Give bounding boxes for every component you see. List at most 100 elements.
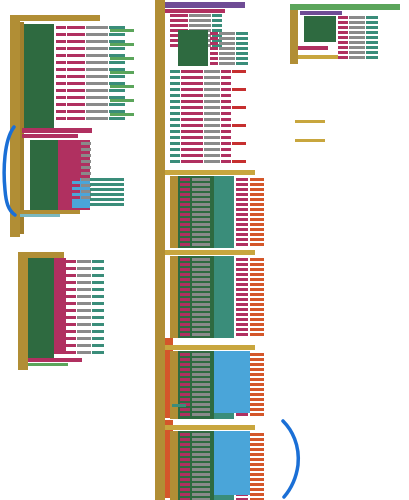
value-block[interactable] — [110, 113, 134, 116]
setter-block[interactable] — [221, 112, 231, 115]
parameter-block[interactable] — [192, 208, 210, 211]
setter-block[interactable] — [109, 75, 125, 78]
parameter-block[interactable] — [192, 458, 210, 461]
setter-block[interactable] — [180, 468, 190, 471]
value-block[interactable] — [250, 223, 264, 226]
value-block[interactable] — [236, 228, 248, 231]
call-block[interactable] — [28, 358, 82, 362]
setter-block[interactable] — [180, 303, 190, 306]
value-block[interactable] — [250, 303, 264, 306]
setter-block[interactable] — [181, 106, 203, 109]
setter-block[interactable] — [221, 76, 231, 79]
value-block[interactable] — [236, 308, 248, 311]
setter-block[interactable] — [180, 358, 190, 361]
value-block[interactable] — [236, 203, 248, 206]
setter-block[interactable] — [170, 94, 180, 97]
setter-block[interactable] — [72, 190, 80, 193]
setter-block[interactable] — [180, 283, 190, 286]
parameter-block[interactable] — [192, 213, 210, 216]
parameter-block[interactable] — [192, 193, 210, 196]
setter-block[interactable] — [77, 323, 91, 326]
value-block[interactable] — [250, 313, 264, 316]
setter-block[interactable] — [66, 351, 76, 354]
parameter-block[interactable] — [192, 218, 210, 221]
value-block[interactable] — [110, 57, 134, 60]
setter-block[interactable] — [77, 344, 91, 347]
setter-block[interactable] — [66, 309, 76, 312]
setter-block[interactable] — [349, 51, 365, 54]
setter-block[interactable] — [67, 61, 85, 64]
value-block[interactable] — [236, 268, 248, 271]
value-block[interactable] — [250, 393, 264, 396]
value-block[interactable] — [250, 358, 264, 361]
setter-block[interactable] — [77, 260, 91, 263]
parameter-block[interactable] — [192, 493, 210, 496]
parameter-block[interactable] — [192, 198, 210, 201]
setter-block[interactable] — [170, 106, 180, 109]
value-block[interactable] — [250, 413, 264, 416]
setter-block[interactable] — [170, 88, 180, 91]
setter-block[interactable] — [66, 330, 76, 333]
setter-block[interactable] — [170, 112, 180, 115]
value-block[interactable] — [236, 223, 248, 226]
value-block[interactable] — [250, 283, 264, 286]
setter-block[interactable] — [221, 100, 231, 103]
setter-block[interactable] — [92, 344, 104, 347]
value-block[interactable] — [236, 233, 248, 236]
setter-block[interactable] — [109, 33, 125, 36]
setter-block[interactable] — [56, 54, 66, 57]
control-block[interactable] — [170, 176, 178, 248]
setter-block[interactable] — [86, 61, 108, 64]
setter-block[interactable] — [366, 16, 378, 19]
setter-block[interactable] — [349, 31, 365, 34]
setter-block[interactable] — [170, 19, 188, 22]
setter-block[interactable] — [366, 51, 378, 54]
setter-block[interactable] — [210, 62, 218, 65]
setter-block[interactable] — [67, 75, 85, 78]
parameter-block[interactable] — [192, 233, 210, 236]
value-block[interactable] — [250, 483, 264, 486]
parameter-block[interactable] — [192, 243, 210, 246]
setter-block[interactable] — [67, 47, 85, 50]
value-block[interactable] — [232, 70, 246, 73]
setter-block[interactable] — [180, 323, 190, 326]
setter-block[interactable] — [180, 263, 190, 266]
setter-block[interactable] — [66, 260, 76, 263]
setter-block[interactable] — [86, 75, 108, 78]
setter-block[interactable] — [77, 288, 91, 291]
setter-block[interactable] — [67, 26, 85, 29]
setter-block[interactable] — [170, 14, 188, 17]
value-block[interactable] — [236, 278, 248, 281]
setter-block[interactable] — [338, 21, 348, 24]
value-block[interactable] — [250, 433, 264, 436]
setter-block[interactable] — [67, 40, 85, 43]
value-block[interactable] — [250, 208, 264, 211]
setter-block[interactable] — [204, 154, 220, 157]
value-block[interactable] — [250, 383, 264, 386]
setter-block[interactable] — [86, 89, 108, 92]
setter-block[interactable] — [338, 31, 348, 34]
setter-block[interactable] — [219, 62, 235, 65]
setter-block[interactable] — [67, 117, 85, 120]
value-block[interactable] — [236, 193, 248, 196]
event-handler-header[interactable] — [165, 345, 255, 350]
setter-block[interactable] — [180, 393, 190, 396]
setter-block[interactable] — [338, 46, 348, 49]
setter-block[interactable] — [236, 47, 248, 50]
setter-block[interactable] — [180, 448, 190, 451]
setter-block[interactable] — [77, 281, 91, 284]
call-block[interactable] — [22, 134, 78, 138]
setter-block[interactable] — [180, 308, 190, 311]
setter-block[interactable] — [338, 36, 348, 39]
parameter-block[interactable] — [192, 378, 210, 381]
setter-block[interactable] — [56, 33, 66, 36]
setter-block[interactable] — [56, 61, 66, 64]
setter-block[interactable] — [181, 160, 203, 163]
value-block[interactable] — [250, 478, 264, 481]
value-block[interactable] — [250, 318, 264, 321]
parameter-block[interactable] — [192, 393, 210, 396]
setter-block[interactable] — [72, 196, 80, 199]
value-block[interactable] — [232, 88, 246, 91]
parameter-block[interactable] — [192, 263, 210, 266]
setter-block[interactable] — [77, 267, 91, 270]
